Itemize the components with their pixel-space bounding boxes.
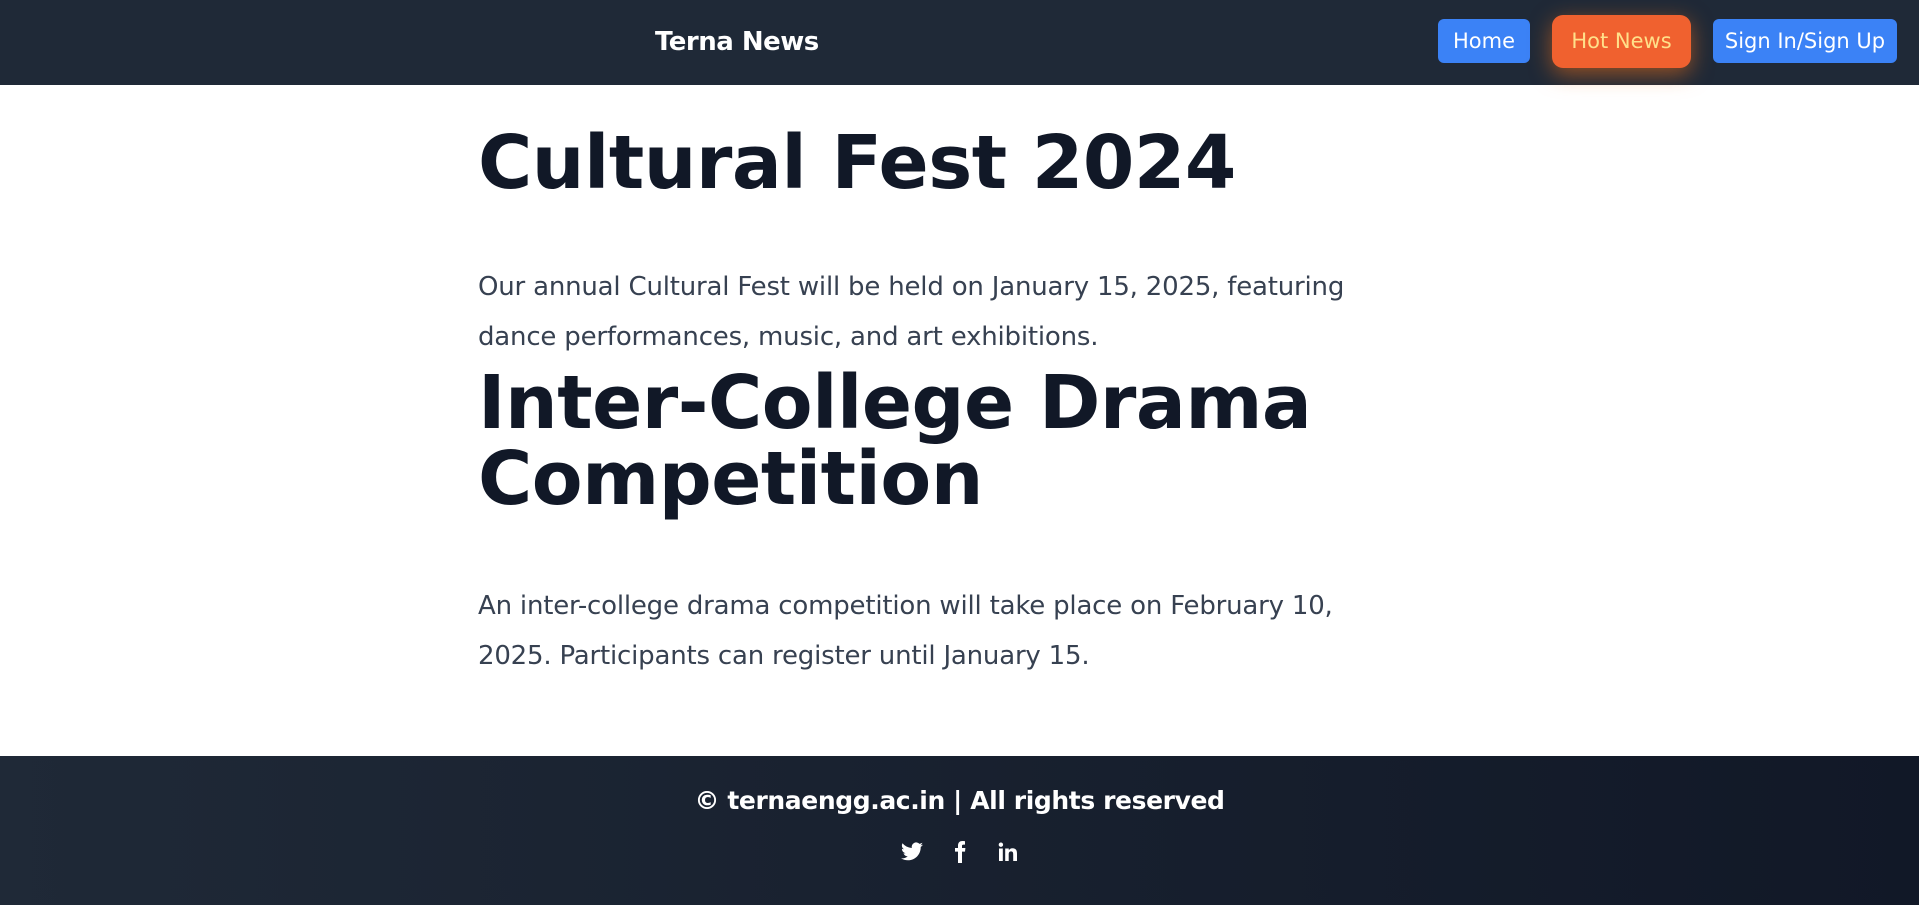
sign-in-sign-up-button[interactable]: Sign In/Sign Up [1713,19,1897,63]
hot-news-button[interactable]: Hot News [1552,15,1691,68]
top-navbar: Terna News Home Hot News Sign In/Sign Up [0,0,1919,85]
home-button[interactable]: Home [1438,19,1530,63]
article-title: Cultural Fest 2024 [478,120,1236,206]
site-footer: © ternaengg.ac.in | All rights reserved [0,756,1919,905]
linkedin-icon[interactable] [995,839,1021,865]
article-title: Inter-College Drama Competition [478,360,1312,522]
article-body: Our annual Cultural Fest will be held on… [478,272,1345,352]
facebook-icon[interactable] [947,839,973,865]
social-links [0,839,1919,865]
twitter-icon[interactable] [899,839,925,865]
copyright-text: © ternaengg.ac.in | All rights reserved [694,786,1225,815]
site-brand[interactable]: Terna News [655,25,819,59]
article-body: An inter-college drama competition will … [478,591,1333,671]
